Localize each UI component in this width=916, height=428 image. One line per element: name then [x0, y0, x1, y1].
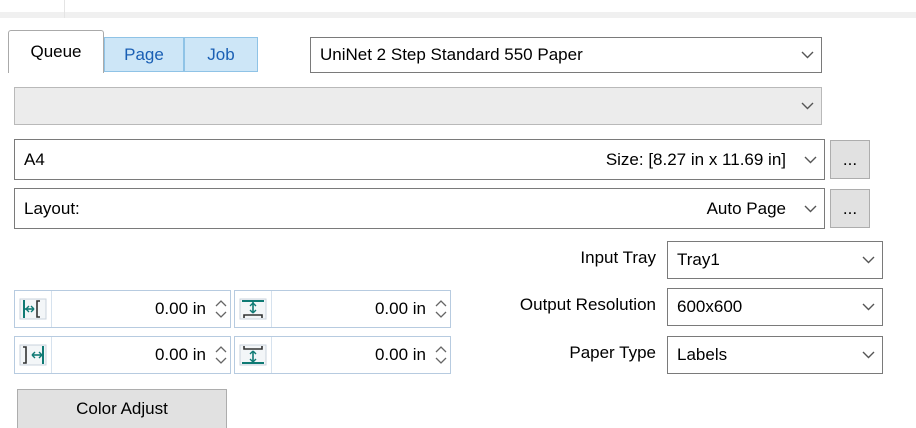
layout-select[interactable]: Layout: Auto Page [14, 188, 825, 229]
chevron-down-icon [796, 140, 824, 179]
bottom-margin-spinner[interactable]: 0.00 in [234, 336, 451, 374]
input-tray-value: Tray1 [677, 250, 720, 269]
bottom-margin-value: 0.00 in [374, 345, 426, 364]
layout-value: Auto Page [706, 198, 786, 218]
paper-size-select[interactable]: A4 Size: [8.27 in x 11.69 in] [14, 139, 825, 180]
color-adjust-button[interactable]: Color Adjust [17, 389, 227, 428]
top-margin-value: 0.00 in [374, 299, 426, 318]
left-margin-spinner[interactable]: 0.00 in [14, 290, 231, 328]
tab-job[interactable]: Job [184, 37, 258, 72]
driver-select-value: UniNet 2 Step Standard 550 Paper [320, 45, 583, 64]
chevron-up-icon[interactable] [215, 300, 227, 307]
input-tray-label: Input Tray [580, 248, 656, 267]
chevron-down-icon [793, 38, 821, 72]
left-margin-icon [15, 291, 52, 327]
driver-select[interactable]: UniNet 2 Step Standard 550 Paper [310, 37, 822, 73]
chevron-up-icon[interactable] [435, 346, 447, 353]
top-strip [0, 0, 916, 18]
top-margin-spinner[interactable]: 0.00 in [234, 290, 451, 328]
output-resolution-label: Output Resolution [519, 295, 656, 314]
right-margin-spinner[interactable]: 0.00 in [14, 336, 231, 374]
tab-queue[interactable]: Queue [8, 30, 104, 73]
left-margin-stepper[interactable] [212, 300, 230, 318]
paper-type-label: Paper Type [569, 343, 656, 362]
chevron-down-icon[interactable] [435, 311, 447, 318]
bottom-margin-icon [235, 337, 272, 373]
profile-select[interactable] [14, 87, 822, 125]
paper-size-more-button[interactable]: ... [830, 140, 870, 179]
paper-size-value: A4 [24, 149, 45, 169]
chevron-down-icon[interactable] [215, 311, 227, 318]
output-resolution-select[interactable]: 600x600 [667, 288, 883, 326]
chevron-down-icon[interactable] [215, 357, 227, 364]
chevron-down-icon[interactable] [435, 357, 447, 364]
paper-type-select[interactable]: Labels [667, 336, 883, 374]
right-margin-value: 0.00 in [154, 345, 206, 364]
output-resolution-value: 600x600 [677, 297, 743, 316]
top-margin-stepper[interactable] [432, 300, 450, 318]
chevron-down-icon [854, 289, 882, 325]
chevron-down-icon [854, 337, 882, 373]
paper-type-value: Labels [677, 345, 728, 364]
chevron-down-icon [793, 88, 821, 124]
right-margin-icon [15, 337, 52, 373]
layout-label: Layout: [24, 198, 80, 218]
input-tray-select[interactable]: Tray1 [667, 241, 883, 279]
chevron-up-icon[interactable] [435, 300, 447, 307]
chevron-down-icon [854, 242, 882, 278]
left-margin-value: 0.00 in [154, 299, 206, 318]
paper-size-dimensions: Size: [8.27 in x 11.69 in] [605, 149, 786, 169]
chevron-down-icon [796, 189, 824, 228]
bottom-margin-stepper[interactable] [432, 346, 450, 364]
layout-more-button[interactable]: ... [830, 189, 870, 228]
right-margin-stepper[interactable] [212, 346, 230, 364]
chevron-up-icon[interactable] [215, 346, 227, 353]
tab-page[interactable]: Page [104, 37, 184, 72]
top-margin-icon [235, 291, 272, 327]
